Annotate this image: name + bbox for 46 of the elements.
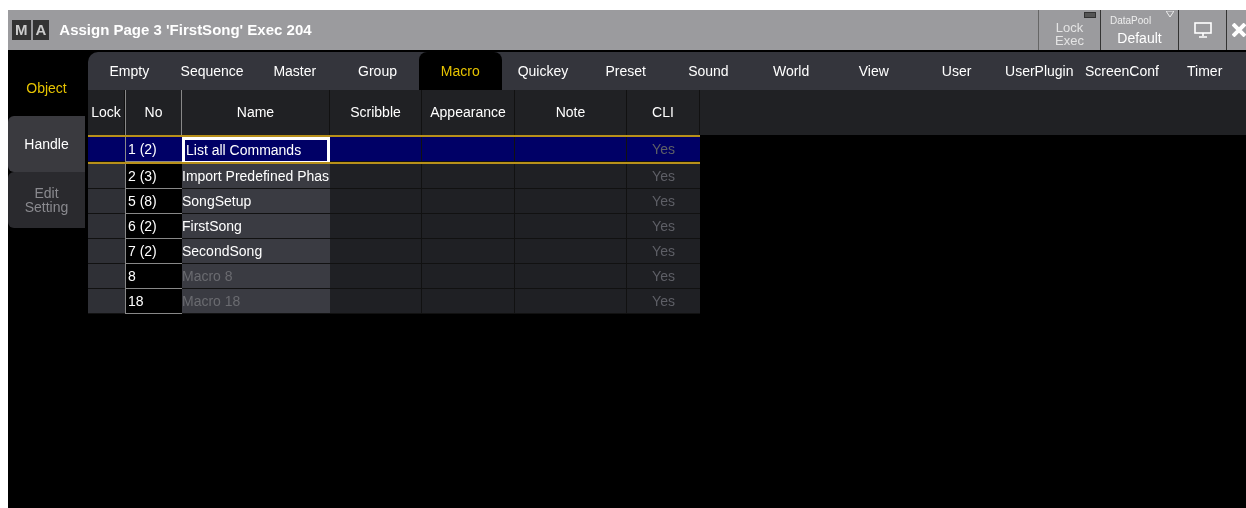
tab[interactable]: Macro — [418, 52, 502, 90]
lock-cell — [88, 164, 125, 189]
table-cell: SecondSong — [182, 239, 330, 264]
tab[interactable]: Group — [336, 52, 419, 90]
tab[interactable]: User — [915, 52, 998, 90]
table-cell: FirstSong — [182, 214, 330, 239]
tab[interactable]: Preset — [584, 52, 668, 90]
tab[interactable]: Empty — [88, 52, 171, 90]
logo: M A — [12, 20, 50, 40]
table-cell: Yes — [627, 189, 700, 214]
monitor-icon — [1193, 21, 1212, 39]
table-cell: List all Commands — [182, 137, 330, 162]
lock-cell — [88, 264, 125, 289]
tab[interactable]: UserPlugin — [997, 52, 1081, 90]
tab[interactable]: View — [832, 52, 916, 90]
lock-cell — [88, 189, 125, 214]
table-row[interactable]: 5 (8) SongSetup Yes — [88, 189, 700, 214]
lock-cell — [88, 239, 125, 264]
table-row[interactable]: 2 (3) Import Predefined Phas Yes — [88, 164, 700, 189]
table-row[interactable]: 7 (2) SecondSong Yes — [88, 239, 700, 264]
table-cell: Yes — [627, 264, 700, 289]
tab[interactable]: Master — [253, 52, 337, 90]
tab[interactable]: Timer — [1163, 52, 1246, 90]
tab[interactable]: Sound — [667, 52, 750, 90]
lock-cell — [88, 289, 125, 314]
window-title: Assign Page 3 'FirstSong' Exec 204 — [59, 19, 312, 40]
tab[interactable]: ScreenConf — [1080, 52, 1164, 90]
close-icon — [1232, 23, 1246, 37]
table-cell: Import Predefined Phas — [182, 164, 330, 189]
datapool-caption: DataPool — [1110, 14, 1152, 28]
table-cell: SongSetup — [182, 189, 330, 214]
close-button[interactable] — [1226, 10, 1246, 50]
tab[interactable]: Sequence — [170, 52, 254, 90]
tab[interactable]: Quickey — [501, 52, 585, 90]
table-cell: Yes — [627, 164, 700, 189]
table-cell: Yes — [627, 137, 700, 162]
table-cell: Yes — [627, 239, 700, 264]
table-cell: Yes — [627, 289, 700, 314]
table-cell: Yes — [627, 214, 700, 239]
side-tab[interactable]: Handle — [8, 116, 85, 172]
datapool-value: Default — [1117, 29, 1162, 48]
dropdown-caret-icon — [1166, 11, 1174, 17]
table-row[interactable]: 1 (2) List all Commands Yes — [88, 135, 700, 164]
table-row[interactable]: 6 (2) FirstSong Yes — [88, 214, 700, 239]
tab[interactable]: World — [749, 52, 833, 90]
lock-cell — [88, 214, 125, 239]
